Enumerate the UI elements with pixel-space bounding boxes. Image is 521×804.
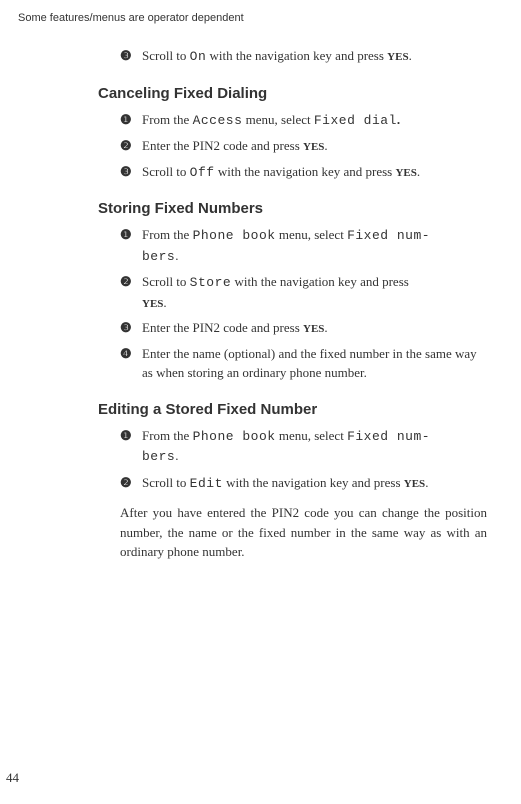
text-part: with the navigation key and press: [215, 164, 396, 179]
yes-key: YES: [404, 478, 425, 490]
text-part: Scroll to: [142, 475, 190, 490]
text-part: with the navigation key and press: [206, 48, 387, 63]
yes-key: YES: [303, 141, 324, 153]
text-part: with the navigation key and press: [223, 475, 404, 490]
step-number: ❷: [120, 272, 142, 312]
yes-key: YES: [303, 323, 324, 335]
step-text: Enter the PIN2 code and press YES.: [142, 318, 487, 338]
text-part: .: [417, 164, 420, 179]
step-number: ❸: [120, 46, 142, 67]
text-part: .: [324, 320, 327, 335]
text-part: .: [397, 112, 400, 127]
text-part: From the: [142, 428, 193, 443]
page-content: ❸ Scroll to On with the navigation key a…: [0, 24, 521, 562]
lcd-text: bers: [142, 249, 175, 264]
text-part: Enter the PIN2 code and press: [142, 320, 303, 335]
page-header: Some features/menus are operator depende…: [0, 0, 521, 24]
lcd-text: On: [190, 49, 207, 64]
lcd-text: Edit: [190, 476, 223, 491]
step-text: Scroll to Edit with the navigation key a…: [142, 473, 487, 494]
lcd-text: bers: [142, 449, 175, 464]
step-text: From the Phone book menu, select Fixed n…: [142, 225, 487, 266]
list-item: ❶ From the Phone book menu, select Fixed…: [120, 225, 487, 266]
lcd-text: Fixed num-: [347, 429, 430, 444]
text-part: Scroll to: [142, 48, 190, 63]
yes-key: YES: [142, 298, 163, 310]
lcd-text: Access: [193, 113, 243, 128]
step-number: ❸: [120, 162, 142, 183]
text-part: Enter the name (optional) and the fixed …: [142, 346, 477, 381]
text-part: menu, select: [276, 428, 347, 443]
lcd-text: Phone book: [193, 429, 276, 444]
step-number: ❹: [120, 344, 142, 383]
step-text: Scroll to Store with the navigation key …: [142, 272, 487, 312]
step-text: Scroll to On with the navigation key and…: [142, 46, 487, 67]
step-text: From the Access menu, select Fixed dial.: [142, 110, 487, 131]
text-part: .: [425, 475, 428, 490]
text-part: .: [324, 138, 327, 153]
step-number: ❷: [120, 473, 142, 494]
lcd-text: Fixed num-: [347, 228, 430, 243]
text-part: .: [175, 248, 178, 263]
list-item: ❷ Enter the PIN2 code and press YES.: [120, 136, 487, 156]
list-item: ❷ Scroll to Edit with the navigation key…: [120, 473, 487, 494]
lcd-text: Store: [190, 275, 232, 290]
text-part: menu, select: [276, 227, 347, 242]
step-text: Enter the PIN2 code and press YES.: [142, 136, 487, 156]
text-part: with the navigation key and press: [231, 274, 409, 289]
list-item: ❶ From the Phone book menu, select Fixed…: [120, 426, 487, 467]
list-item: ❸ Enter the PIN2 code and press YES.: [120, 318, 487, 338]
section-title-editing: Editing a Stored Fixed Number: [98, 401, 487, 418]
text-part: From the: [142, 227, 193, 242]
page-number: 44: [6, 770, 19, 786]
section-title-storing: Storing Fixed Numbers: [98, 200, 487, 217]
text-part: Scroll to: [142, 164, 190, 179]
step-number: ❶: [120, 110, 142, 131]
step-text: Scroll to Off with the navigation key an…: [142, 162, 487, 183]
lcd-text: Fixed dial: [314, 113, 397, 128]
step-number: ❶: [120, 225, 142, 266]
text-part: From the: [142, 112, 193, 127]
step-text: From the Phone book menu, select Fixed n…: [142, 426, 487, 467]
text-part: Enter the PIN2 code and press: [142, 138, 303, 153]
section-title-canceling: Canceling Fixed Dialing: [98, 85, 487, 102]
step-text: Enter the name (optional) and the fixed …: [142, 344, 487, 383]
lcd-text: Phone book: [193, 228, 276, 243]
lcd-text: Off: [190, 165, 215, 180]
text-part: .: [163, 295, 166, 310]
step-number: ❶: [120, 426, 142, 467]
yes-key: YES: [395, 167, 416, 179]
text-part: .: [175, 448, 178, 463]
step-number: ❸: [120, 318, 142, 338]
step-number: ❷: [120, 136, 142, 156]
yes-key: YES: [387, 51, 408, 63]
list-item: ❶ From the Access menu, select Fixed dia…: [120, 110, 487, 131]
list-item: ❸ Scroll to Off with the navigation key …: [120, 162, 487, 183]
text-part: Scroll to: [142, 274, 190, 289]
body-paragraph: After you have entered the PIN2 code you…: [120, 503, 487, 562]
list-item: ❹ Enter the name (optional) and the fixe…: [120, 344, 487, 383]
intro-step: ❸ Scroll to On with the navigation key a…: [120, 46, 487, 67]
text-part: menu, select: [242, 112, 313, 127]
text-part: .: [409, 48, 412, 63]
list-item: ❷ Scroll to Store with the navigation ke…: [120, 272, 487, 312]
